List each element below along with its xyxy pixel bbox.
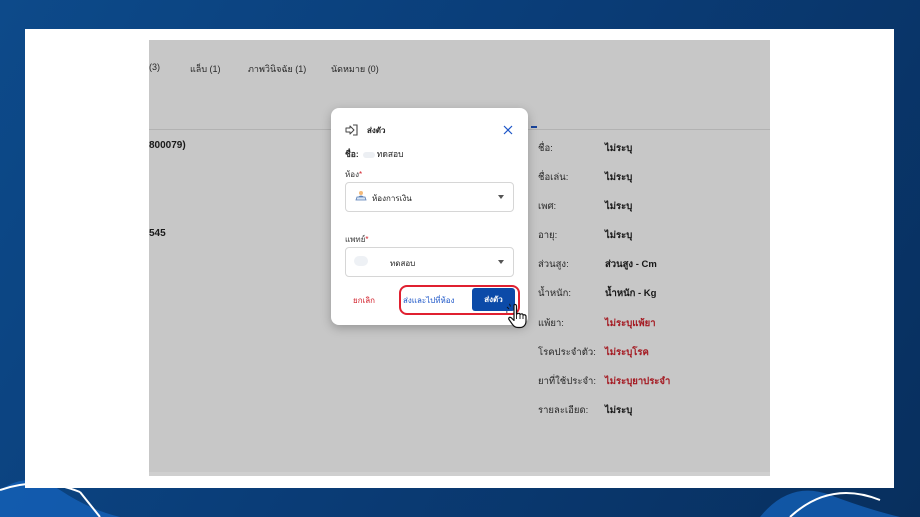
chevron-down-icon: [498, 260, 504, 264]
room-field-label: ห้อง*: [345, 168, 362, 181]
room-select-value: ห้องการเงิน: [372, 194, 412, 203]
doctor-field-label: แพทย์*: [345, 233, 369, 246]
room-select[interactable]: ห้องการเงิน: [345, 182, 514, 212]
doctor-select[interactable]: ทดสอบ: [345, 247, 514, 277]
doctor-avatar: [354, 256, 368, 266]
patient-name-label: ชื่อ:: [345, 149, 359, 159]
patient-name-value: ทดสอบ: [376, 149, 404, 159]
sign-in-icon: [345, 124, 358, 136]
required-marker: *: [365, 235, 369, 244]
send-and-go-to-room-button[interactable]: ส่งและไปที่ห้อง: [403, 294, 455, 307]
doctor-label-text: แพทย์: [345, 235, 366, 244]
close-icon[interactable]: [501, 123, 515, 137]
required-marker: *: [358, 170, 363, 179]
patient-name-row: ชื่อ: ทดสอบ: [345, 147, 404, 161]
cashier-icon: [355, 191, 367, 201]
doctor-select-value: ทดสอบ: [390, 259, 416, 268]
bottom-scrollbar[interactable]: [149, 472, 770, 476]
dialog-title: ส่งตัว: [367, 126, 386, 135]
redacted-name: [362, 151, 375, 158]
room-label-text: ห้อง: [345, 170, 359, 179]
dialog-header: ส่งตัว: [345, 123, 515, 137]
hand-pointer-icon: [506, 303, 527, 329]
chevron-down-icon: [498, 195, 504, 199]
cancel-button[interactable]: ยกเลิก: [353, 294, 375, 307]
